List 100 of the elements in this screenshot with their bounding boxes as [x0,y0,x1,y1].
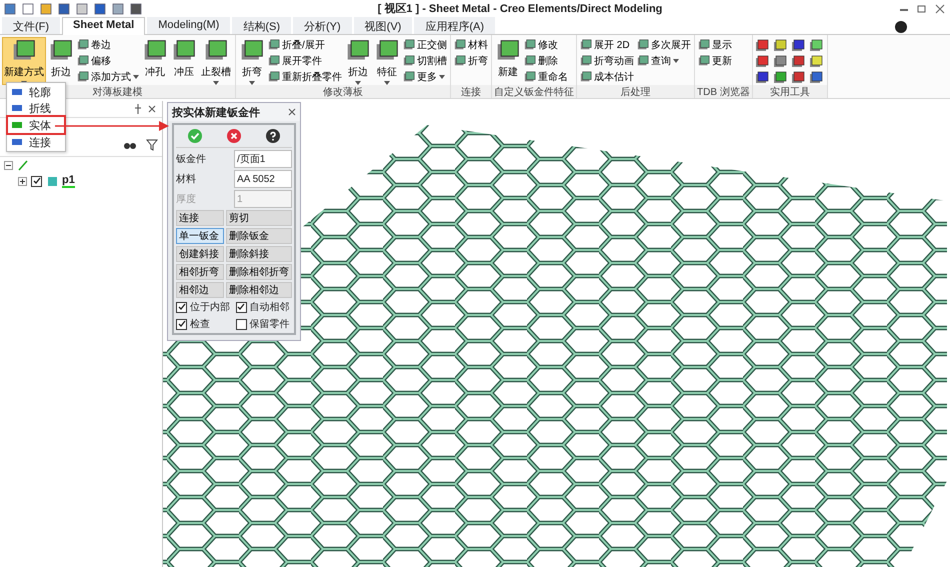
ribbon-tab[interactable]: 应用程序(A) [414,17,496,34]
tree-checkbox[interactable] [31,176,42,186]
help-icon[interactable] [894,20,908,34]
ribbon-button[interactable]: 成本估计 [579,69,635,84]
pin-icon[interactable] [134,104,142,114]
ribbon-tab[interactable]: 分析(Y) [293,17,352,34]
menu-item[interactable]: 连接 [8,134,64,150]
tool-icon [454,38,466,50]
checkbox[interactable] [236,302,246,312]
tool-icon [790,55,805,69]
ribbon-button[interactable]: 折弯动画 [579,53,635,68]
checkbox[interactable] [176,302,187,312]
toolbar-icon[interactable] [130,2,142,14]
toolbar-icon[interactable] [76,2,88,14]
tree-label[interactable]: p1 [62,174,75,188]
input-field[interactable]: AA 5052 [234,170,292,188]
ribbon-button[interactable]: 查询 [636,53,692,68]
tool-icon [754,39,769,53]
option-button[interactable]: 删除相邻折弯 [226,264,292,280]
tool-icon [524,54,536,66]
checkbox[interactable] [236,318,246,330]
ribbon-button[interactable]: 展开 2D [579,37,635,52]
cancel-icon[interactable] [226,129,241,143]
ribbon-button[interactable]: 重新折叠零件 [267,69,343,84]
ribbon-button[interactable]: 修改 [523,37,569,52]
shape-icon [11,120,23,130]
ribbon-button[interactable]: 新建 [494,37,522,85]
part-icon [46,175,58,187]
ribbon-button[interactable]: 卷边 [76,37,140,52]
ribbon-button[interactable]: 止裂槽 [199,37,233,85]
ribbon-button[interactable]: 折弯 [238,37,266,85]
ribbon-tab[interactable]: Sheet Metal [62,17,146,35]
ribbon-button[interactable]: 添加方式 [76,69,140,84]
option-button[interactable]: 剪切 [226,210,292,226]
ribbon-button[interactable]: 更新 [697,53,733,68]
input-field[interactable]: /页面1 [234,150,292,168]
tool-icon [77,70,89,82]
ribbon-button[interactable]: 新建方式 [2,37,46,85]
ribbon-button[interactable]: 折边 [344,37,372,85]
option-button[interactable]: 相邻边 [176,282,224,298]
toolbar-icon[interactable] [112,2,124,14]
toolbar-icon[interactable] [58,2,70,14]
tool-icon [268,54,280,66]
tool-icon [268,70,280,82]
ribbon-tab[interactable]: 结构(S) [232,17,291,34]
close-icon[interactable] [288,108,296,116]
checkbox[interactable] [176,318,187,330]
ribbon-button[interactable]: 正交侧 [402,37,448,52]
checkbox-label: 检查 [190,318,210,331]
filter-icon[interactable] [146,139,158,151]
toolbar-icon[interactable] [40,2,52,14]
menu-item[interactable]: 实体 [8,117,64,133]
restore-icon[interactable] [916,4,928,14]
tool-icon [580,38,592,50]
ribbon-button[interactable]: 更多 [402,69,448,84]
tool-icon [524,38,536,50]
menu-item[interactable]: 折线 [8,100,64,116]
expand-icon[interactable] [18,176,27,186]
tool-icon [698,54,710,66]
ribbon-button[interactable]: 特征 [373,37,401,85]
ribbon-button[interactable]: 折弯 [453,53,489,68]
option-button[interactable]: 删除相邻边 [226,282,292,298]
help-icon[interactable] [266,129,280,143]
close-icon[interactable] [934,4,946,14]
ribbon-button[interactable]: 重命名 [523,69,569,84]
tool-icon [754,55,769,69]
ribbon-button[interactable]: 显示 [697,37,733,52]
binoculars-icon[interactable] [124,140,136,150]
dialog-title: 按实体新建钣金件 [172,106,260,120]
ribbon-button[interactable]: 展开零件 [267,53,343,68]
option-button[interactable]: 连接 [176,210,224,226]
ribbon-tab[interactable]: 视图(V) [354,17,412,34]
ribbon-tab[interactable]: 文件(F) [2,17,60,34]
ribbon-button[interactable]: 偏移 [76,53,140,68]
ribbon-button[interactable]: 折叠/展开 [267,37,343,52]
tool-icon [77,54,89,66]
tool-icon [580,70,592,82]
option-button[interactable]: 单一钣金 [176,228,224,244]
option-button[interactable]: 删除斜接 [226,246,292,262]
ribbon-button[interactable]: 冲压 [170,37,198,85]
group-label: 修改薄板 [236,85,450,98]
ok-icon[interactable] [188,129,202,143]
ribbon-button[interactable]: 切割槽 [402,53,448,68]
menu-item[interactable]: 轮廓 [8,84,64,100]
ribbon-button[interactable]: 多次展开 [636,37,692,52]
group-label: 后处理 [577,85,694,98]
ribbon-button[interactable]: 冲孔 [141,37,169,85]
toolbar-icon[interactable] [94,2,106,14]
option-button[interactable]: 创建斜接 [176,246,224,262]
toolbar-icon[interactable] [4,2,16,14]
close-icon[interactable] [148,105,156,113]
option-button[interactable]: 删除钣金 [226,228,292,244]
ribbon-button[interactable]: 材料 [453,37,489,52]
tool-icon [77,38,89,50]
ribbon-tab[interactable]: Modeling(M) [147,17,230,34]
checkbox-label: 位于内部 [190,300,230,314]
ribbon-button[interactable]: 删除 [523,53,569,68]
option-button[interactable]: 相邻折弯 [176,264,224,280]
collapse-icon[interactable] [4,160,13,170]
toolbar-icon[interactable] [22,2,34,14]
